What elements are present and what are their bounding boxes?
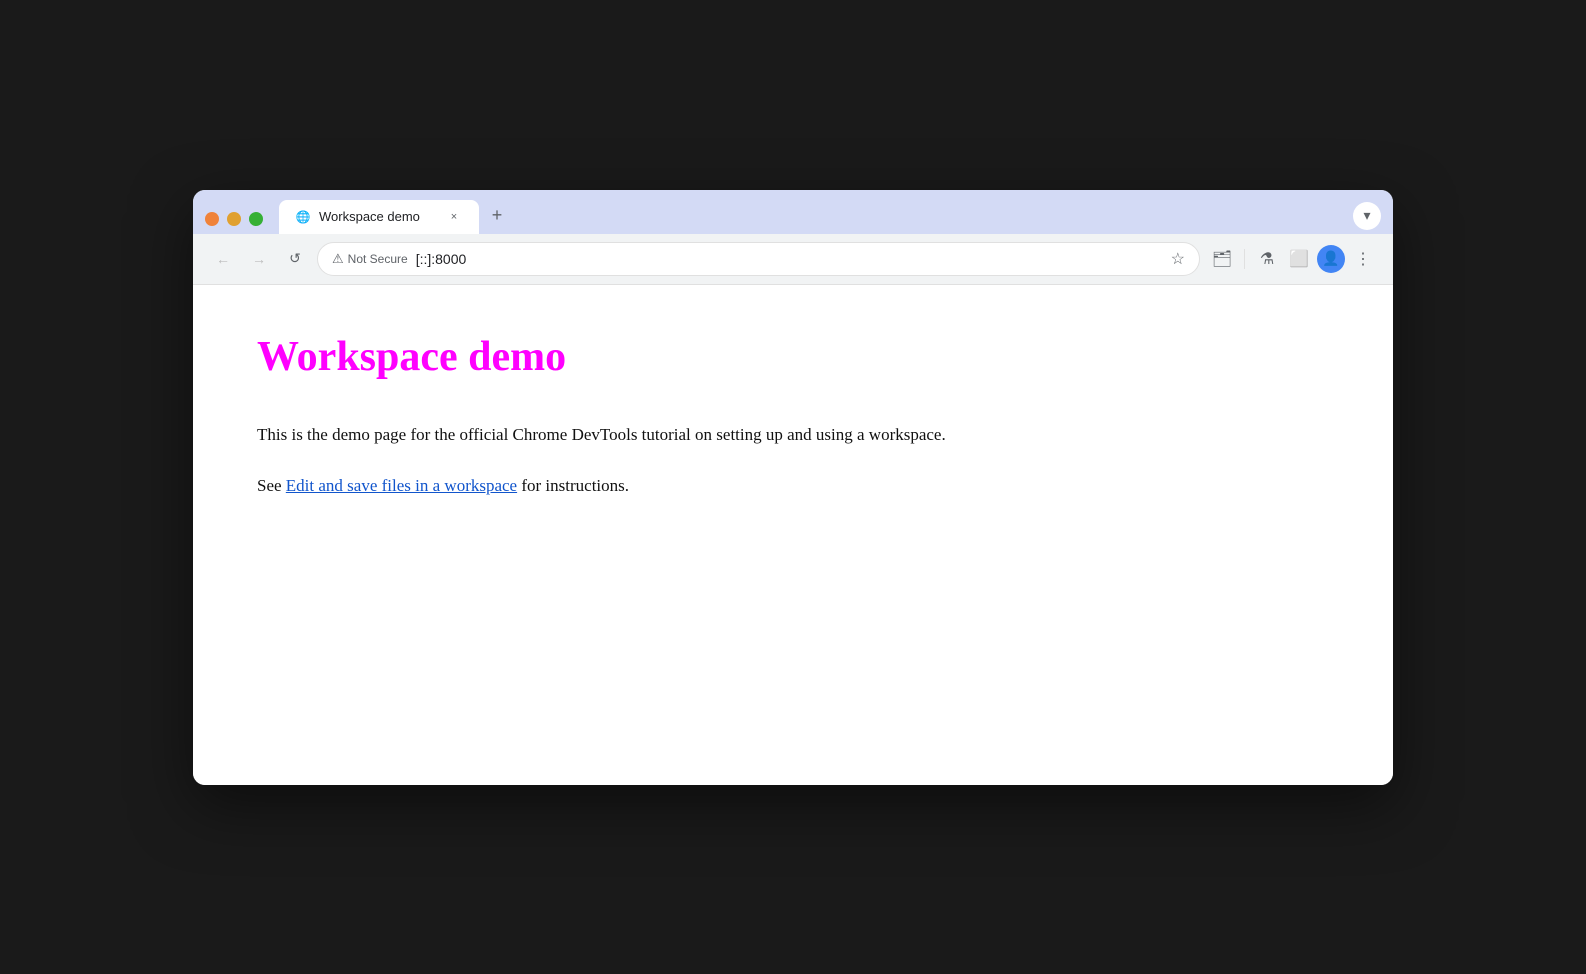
minimize-button[interactable] — [227, 212, 241, 226]
link-suffix: for instructions. — [517, 476, 629, 495]
page-link-line: See Edit and save files in a workspace f… — [257, 472, 1329, 499]
page-body-text: This is the demo page for the official C… — [257, 421, 1329, 448]
devtools-button[interactable]: ⚗ — [1253, 245, 1281, 273]
nav-bar: ← → ↺ ⚠ Not Secure [::]:8000 ☆ 🗂 ⚗ ⬜ 👤 ⋮ — [193, 234, 1393, 285]
active-tab[interactable]: 🌐 Workspace demo × — [279, 200, 479, 234]
traffic-lights — [205, 212, 263, 234]
back-button[interactable]: ← — [209, 245, 237, 273]
profile-icon: 👤 — [1322, 250, 1339, 267]
chrome-menu-button[interactable]: ⋮ — [1349, 245, 1377, 273]
sidebar-button[interactable]: ⬜ — [1285, 245, 1313, 273]
url-display[interactable]: [::]:8000 — [416, 251, 1163, 267]
nav-divider — [1244, 249, 1245, 269]
tab-title: Workspace demo — [319, 209, 437, 224]
bookmark-star-icon[interactable]: ☆ — [1171, 249, 1185, 269]
warning-icon: ⚠ — [332, 251, 344, 267]
reload-button[interactable]: ↺ — [281, 245, 309, 273]
page-content: Workspace demo This is the demo page for… — [193, 285, 1393, 785]
new-tab-button[interactable]: + — [483, 202, 511, 230]
nav-actions: 🗂 ⚗ ⬜ 👤 ⋮ — [1208, 245, 1377, 273]
link-prefix: See — [257, 476, 286, 495]
not-secure-indicator: ⚠ Not Secure — [332, 251, 408, 267]
extensions-button[interactable]: 🗂 — [1208, 245, 1236, 273]
address-bar[interactable]: ⚠ Not Secure [::]:8000 ☆ — [317, 242, 1200, 276]
maximize-button[interactable] — [249, 212, 263, 226]
forward-button[interactable]: → — [245, 245, 273, 273]
browser-window: 🌐 Workspace demo × + ▾ ← → ↺ ⚠ Not Secur… — [193, 190, 1393, 785]
profile-button[interactable]: 👤 — [1317, 245, 1345, 273]
page-heading: Workspace demo — [257, 333, 1329, 381]
workspace-tutorial-link[interactable]: Edit and save files in a workspace — [286, 476, 517, 495]
tab-favicon-icon: 🌐 — [295, 209, 311, 225]
tab-bar: 🌐 Workspace demo × + ▾ — [193, 190, 1393, 234]
close-button[interactable] — [205, 212, 219, 226]
not-secure-label: Not Secure — [348, 252, 408, 266]
tab-close-button[interactable]: × — [445, 208, 463, 226]
tab-dropdown-button[interactable]: ▾ — [1353, 202, 1381, 230]
